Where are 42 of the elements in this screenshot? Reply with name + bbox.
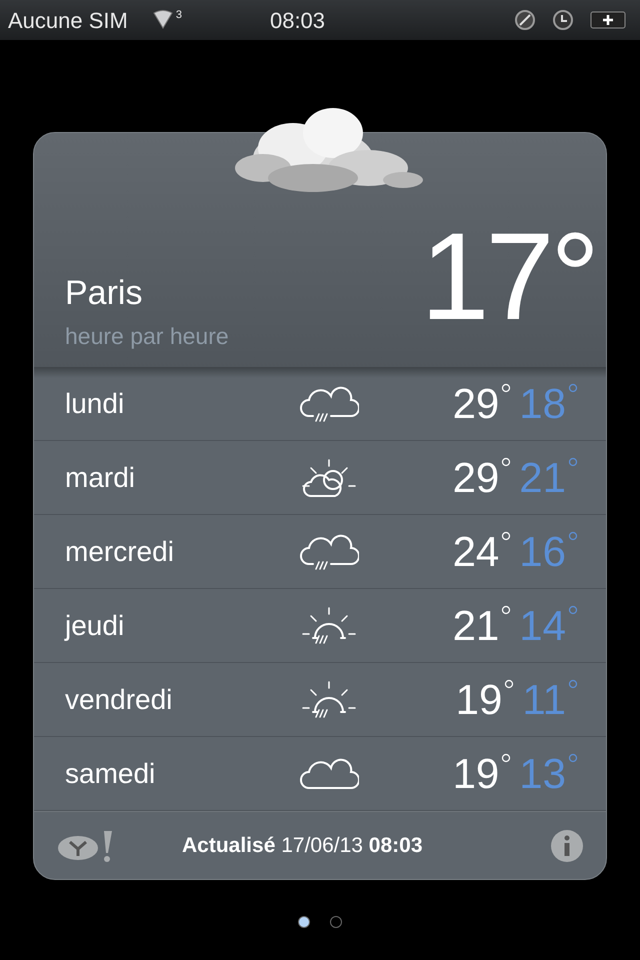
carrier-label: Aucune SIM xyxy=(8,6,128,34)
degree-icon xyxy=(568,530,578,540)
degree-icon xyxy=(504,678,514,688)
day-name: jeudi xyxy=(65,608,126,643)
day-name: mercredi xyxy=(65,534,175,568)
low-temperature: 16 xyxy=(519,530,566,572)
day-name: samedi xyxy=(65,756,156,790)
degree-icon xyxy=(568,752,578,762)
degree-icon xyxy=(501,752,512,762)
high-temperature: 29 xyxy=(452,456,500,498)
day-name: lundi xyxy=(65,386,126,420)
rotation-lock-icon xyxy=(514,9,536,31)
current-temperature: 17° xyxy=(420,215,596,339)
degree-icon xyxy=(501,604,512,614)
status-time: 08:03 xyxy=(270,6,326,34)
info-icon[interactable] xyxy=(550,828,584,862)
degree-icon xyxy=(501,456,512,466)
high-temperature: 19 xyxy=(456,678,502,720)
battery-icon xyxy=(590,11,626,29)
high-temperature: 24 xyxy=(452,530,500,572)
day-name: vendredi xyxy=(65,682,174,716)
city-name: Paris xyxy=(65,272,144,314)
low-temperature: 11 xyxy=(522,678,566,720)
degree-icon xyxy=(568,456,578,466)
degree-icon xyxy=(501,382,512,392)
wifi-icon xyxy=(152,10,174,30)
low-temperature: 14 xyxy=(519,604,566,646)
updated-text: Actualisé 17/06/13 08:03 xyxy=(182,832,423,859)
low-temperature: 18 xyxy=(519,382,566,424)
degree-icon xyxy=(568,382,578,392)
degree-icon xyxy=(568,604,578,614)
low-temperature: 21 xyxy=(519,456,566,498)
forecast-subtitle: heure par heure xyxy=(65,322,229,351)
degree-icon xyxy=(501,530,512,540)
high-temperature: 19 xyxy=(452,752,500,794)
signal-count-label: 3 xyxy=(176,8,182,23)
day-name: mardi xyxy=(65,460,136,494)
high-temperature: 29 xyxy=(452,382,500,424)
high-temperature: 21 xyxy=(452,604,500,646)
clock-icon xyxy=(552,9,574,31)
low-temperature: 13 xyxy=(519,752,566,794)
degree-icon xyxy=(568,678,578,688)
